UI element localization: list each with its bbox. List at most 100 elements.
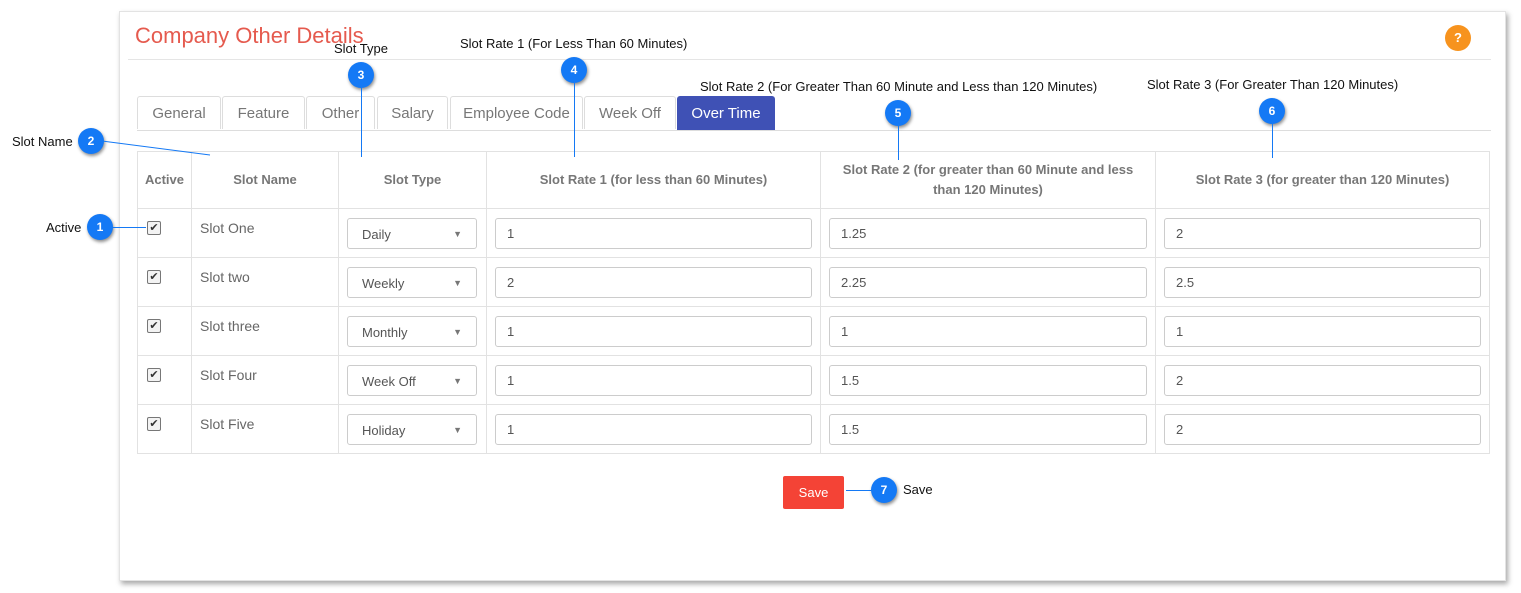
slot-rate-3-input[interactable]: 1: [1164, 315, 1481, 347]
table-header-row: Active Slot Name Slot Type Slot Rate 1 (…: [137, 151, 1490, 209]
company-other-details-panel: Company Other Details ? General Feature …: [119, 11, 1506, 581]
table-row: ✔ Slot three Monthly ▼ 1 1 1: [137, 306, 1490, 356]
help-button[interactable]: ?: [1445, 25, 1471, 51]
dropdown-caret-icon: ▼: [453, 424, 462, 435]
tab-week-off[interactable]: Week Off: [584, 96, 676, 129]
tab-general[interactable]: General: [137, 96, 221, 129]
callout-2-leader-line: [101, 140, 211, 156]
slot-type-value: Holiday: [362, 422, 406, 438]
callout-5-badge: 5: [885, 100, 911, 126]
active-cell: ✔: [137, 355, 192, 405]
rate1-cell: 2: [486, 257, 821, 307]
dropdown-caret-icon: ▼: [453, 375, 462, 386]
active-checkbox[interactable]: ✔: [147, 417, 161, 431]
slot-rate-2-input[interactable]: 1.5: [829, 364, 1147, 396]
dropdown-caret-icon: ▼: [453, 228, 462, 239]
slot-rate-2-input[interactable]: 2.25: [829, 266, 1147, 298]
table-row: ✔ Slot Four Week Off ▼ 1 1.5 2: [137, 355, 1490, 405]
slot-name-cell: Slot three: [191, 306, 339, 356]
slot-type-select[interactable]: Holiday ▼: [347, 413, 477, 445]
rate3-cell: 2: [1155, 404, 1490, 454]
rate3-cell: 2.5: [1155, 257, 1490, 307]
rate3-cell: 2: [1155, 208, 1490, 258]
header-slot-rate-2: Slot Rate 2 (for greater than 60 Minute …: [820, 151, 1156, 209]
callout-5-label: Slot Rate 2 (For Greater Than 60 Minute …: [700, 79, 1098, 94]
slot-rate-2-input[interactable]: 1.5: [829, 413, 1147, 445]
header-slot-name: Slot Name: [191, 151, 339, 209]
rate3-cell: 1: [1155, 306, 1490, 356]
tab-salary[interactable]: Salary: [377, 96, 448, 129]
slot-name: Slot three: [200, 318, 260, 334]
slot-type-value: Daily: [362, 226, 391, 242]
callout-6-label: Slot Rate 3 (For Greater Than 120 Minute…: [1147, 77, 1399, 92]
rate2-cell: 2.25: [820, 257, 1156, 307]
table-row: ✔ Slot two Weekly ▼ 2 2.25 2.5: [137, 257, 1490, 307]
callout-1-label: Active: [46, 220, 82, 235]
slot-name-cell: Slot two: [191, 257, 339, 307]
slot-rate-2-input[interactable]: 1.25: [829, 217, 1147, 249]
slot-type-value: Week Off: [362, 373, 416, 389]
slot-rate-2-input[interactable]: 1: [829, 315, 1147, 347]
slot-type-select[interactable]: Monthly ▼: [347, 315, 477, 347]
slot-name: Slot two: [200, 269, 250, 285]
slot-rate-1-input[interactable]: 1: [495, 364, 812, 396]
active-checkbox[interactable]: ✔: [147, 221, 161, 235]
page-title: Company Other Details: [135, 23, 364, 48]
slot-rate-3-input[interactable]: 2: [1164, 217, 1481, 249]
callout-6-leader-line: [1272, 124, 1273, 158]
slot-type-select[interactable]: Daily ▼: [347, 217, 477, 249]
slot-rate-1-input[interactable]: 1: [495, 217, 812, 249]
slot-type-select[interactable]: Weekly ▼: [347, 266, 477, 298]
slot-rate-3-input[interactable]: 2: [1164, 413, 1481, 445]
callout-1-leader-line: [112, 227, 146, 228]
slot-rate-3-input[interactable]: 2.5: [1164, 266, 1481, 298]
rate1-cell: 1: [486, 404, 821, 454]
callout-5-leader-line: [898, 126, 899, 160]
callout-2-label: Slot Name: [12, 134, 73, 149]
slot-name-cell: Slot One: [191, 208, 339, 258]
callout-4-leader-line: [574, 83, 575, 157]
tab-other[interactable]: Other: [306, 96, 375, 129]
header-slot-rate-3: Slot Rate 3 (for greater than 120 Minute…: [1155, 151, 1490, 209]
slot-rate-1-input[interactable]: 2: [495, 266, 812, 298]
slot-type-cell: Weekly ▼: [338, 257, 487, 307]
active-checkbox[interactable]: ✔: [147, 270, 161, 284]
slot-type-value: Monthly: [362, 324, 408, 340]
slot-rate-3-input[interactable]: 2: [1164, 364, 1481, 396]
table-row: ✔ Slot Five Holiday ▼ 1 1.5 2: [137, 404, 1490, 454]
active-cell: ✔: [137, 257, 192, 307]
active-checkbox[interactable]: ✔: [147, 319, 161, 333]
slot-type-select[interactable]: Week Off ▼: [347, 364, 477, 396]
callout-7-leader-line: [846, 490, 872, 491]
slot-rate-1-input[interactable]: 1: [495, 315, 812, 347]
slot-rate-1-input[interactable]: 1: [495, 413, 812, 445]
save-button[interactable]: Save: [783, 476, 844, 509]
slot-name: Slot One: [200, 220, 255, 236]
active-checkbox[interactable]: ✔: [147, 368, 161, 382]
slot-type-cell: Holiday ▼: [338, 404, 487, 454]
tab-feature[interactable]: Feature: [222, 96, 305, 129]
callout-7-badge: 7: [871, 477, 897, 503]
tab-over-time[interactable]: Over Time: [677, 96, 775, 130]
callout-3-label: Slot Type: [334, 41, 388, 56]
rate2-cell: 1.25: [820, 208, 1156, 258]
slot-name-cell: Slot Four: [191, 355, 339, 405]
callout-6-badge: 6: [1259, 98, 1285, 124]
tab-bar: General Feature Other Salary Employee Co…: [137, 96, 1491, 131]
callout-4-badge: 4: [561, 57, 587, 83]
active-cell: ✔: [137, 404, 192, 454]
table-row: ✔ Slot One Daily ▼ 1 1.25 2: [137, 208, 1490, 258]
rate2-cell: 1.5: [820, 355, 1156, 405]
rate2-cell: 1: [820, 306, 1156, 356]
slot-name: Slot Four: [200, 367, 257, 383]
rate1-cell: 1: [486, 355, 821, 405]
rate2-cell: 1.5: [820, 404, 1156, 454]
overtime-slots-table: Active Slot Name Slot Type Slot Rate 1 (…: [137, 151, 1490, 454]
rate1-cell: 1: [486, 208, 821, 258]
header-active: Active: [137, 151, 192, 209]
rate1-cell: 1: [486, 306, 821, 356]
slot-type-cell: Monthly ▼: [338, 306, 487, 356]
dropdown-caret-icon: ▼: [453, 277, 462, 288]
tab-employee-code[interactable]: Employee Code: [450, 96, 583, 129]
rate3-cell: 2: [1155, 355, 1490, 405]
